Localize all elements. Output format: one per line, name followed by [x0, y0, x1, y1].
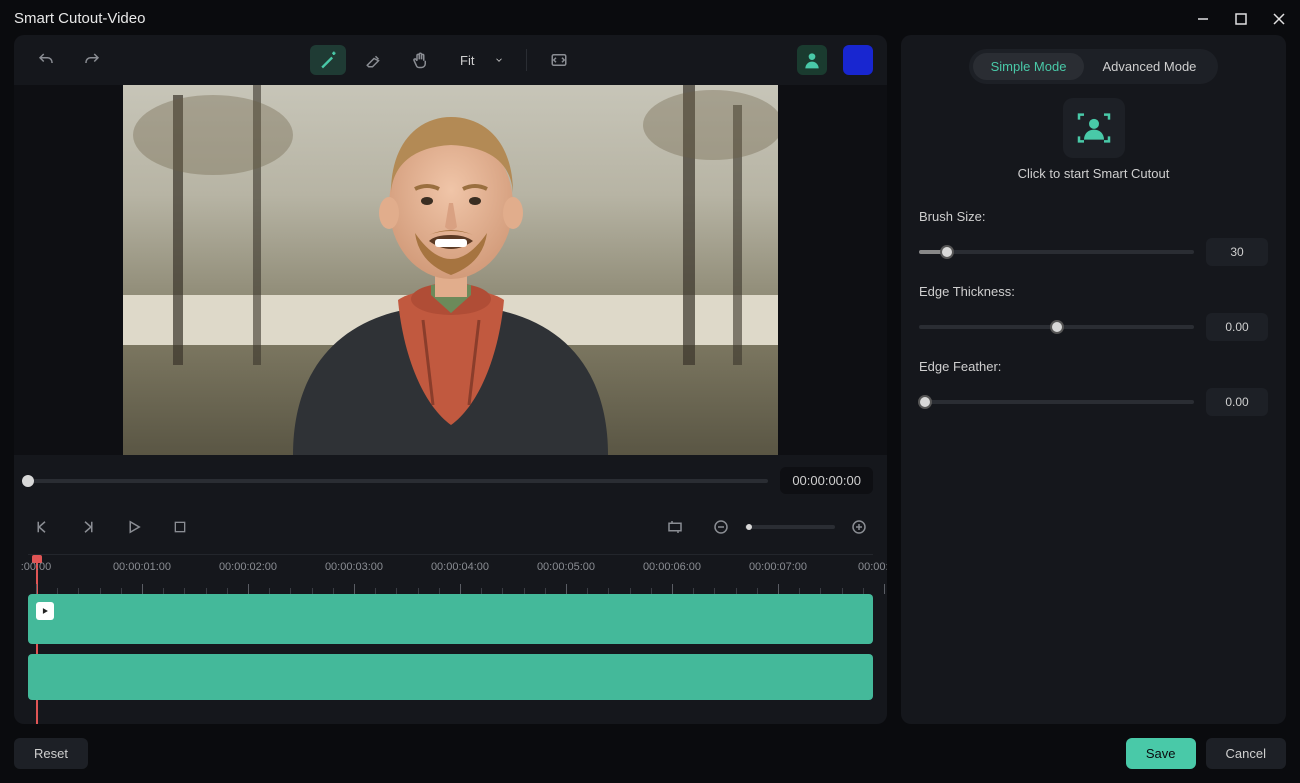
- mode-tabs: Simple Mode Advanced Mode: [969, 49, 1219, 84]
- cancel-button[interactable]: Cancel: [1206, 738, 1286, 769]
- brush-size-slider[interactable]: [919, 250, 1194, 254]
- eraser-tool[interactable]: [356, 45, 392, 75]
- ruler-label: 00:00:04:00: [431, 561, 489, 573]
- edge-thickness-value[interactable]: 0.00: [1206, 313, 1268, 341]
- next-frame-button[interactable]: [74, 514, 102, 540]
- zoom-in-button[interactable]: [845, 514, 873, 540]
- toolbar: Fit: [14, 35, 887, 85]
- ruler-label: 00:00:02:00: [219, 561, 277, 573]
- edge-feather-label: Edge Feather:: [919, 359, 1268, 374]
- footer: Reset Save Cancel: [0, 738, 1300, 783]
- stop-button[interactable]: [166, 514, 194, 540]
- pan-tool[interactable]: [402, 45, 438, 75]
- ruler-label: 00:00:05:00: [537, 561, 595, 573]
- play-icon: [36, 602, 54, 620]
- timecode: 00:00:00:00: [780, 467, 873, 494]
- chevron-down-icon: [494, 55, 504, 65]
- play-button[interactable]: [120, 514, 148, 540]
- zoom-out-button[interactable]: [707, 514, 735, 540]
- background-preview-swatch[interactable]: [843, 45, 873, 75]
- ruler-label: 00:00:01:00: [113, 561, 171, 573]
- prev-frame-button[interactable]: [28, 514, 56, 540]
- video-clip[interactable]: [28, 594, 873, 644]
- preview-canvas[interactable]: [14, 85, 887, 455]
- save-button[interactable]: Save: [1126, 738, 1196, 769]
- redo-button[interactable]: [74, 45, 110, 75]
- brush-size-value[interactable]: 30: [1206, 238, 1268, 266]
- ruler-label: 00:00:08:0: [858, 561, 887, 573]
- smart-cutout-icon: [1074, 108, 1114, 148]
- cutout-caption: Click to start Smart Cutout: [919, 166, 1268, 181]
- crop-mark-button[interactable]: [661, 514, 689, 540]
- titlebar: Smart Cutout-Video: [0, 0, 1300, 35]
- foreground-preview-swatch[interactable]: [797, 45, 827, 75]
- start-smart-cutout-button[interactable]: [1063, 98, 1125, 158]
- window-controls: [1196, 12, 1286, 26]
- video-frame: [123, 85, 778, 455]
- compare-toggle[interactable]: [541, 45, 577, 75]
- timeline-zoom-slider[interactable]: [745, 525, 835, 529]
- undo-button[interactable]: [28, 45, 64, 75]
- zoom-select[interactable]: Fit: [448, 45, 512, 75]
- ruler-label: 00:00:07:00: [749, 561, 807, 573]
- ruler-label: 00:00:03:00: [325, 561, 383, 573]
- scrub-slider[interactable]: [28, 479, 768, 483]
- edge-feather-value[interactable]: 0.00: [1206, 388, 1268, 416]
- tab-simple-mode[interactable]: Simple Mode: [973, 53, 1085, 80]
- settings-panel: Simple Mode Advanced Mode Click to start…: [901, 35, 1286, 724]
- playbar: 00:00:00:00: [14, 455, 887, 502]
- audio-clip[interactable]: [28, 654, 873, 700]
- edge-thickness-slider[interactable]: [919, 325, 1194, 329]
- tab-advanced-mode[interactable]: Advanced Mode: [1084, 53, 1214, 80]
- zoom-value: Fit: [460, 53, 474, 68]
- editor-panel: Fit: [14, 35, 887, 724]
- reset-button[interactable]: Reset: [14, 738, 88, 769]
- transport-controls: [14, 502, 887, 552]
- maximize-button[interactable]: [1234, 12, 1248, 26]
- brush-add-tool[interactable]: [310, 45, 346, 75]
- close-button[interactable]: [1272, 12, 1286, 26]
- minimize-button[interactable]: [1196, 12, 1210, 26]
- edge-thickness-label: Edge Thickness:: [919, 284, 1268, 299]
- brush-size-label: Brush Size:: [919, 209, 1268, 224]
- window-title: Smart Cutout-Video: [14, 10, 145, 27]
- person-icon: [802, 50, 822, 70]
- ruler-label: :00:00: [21, 561, 52, 573]
- edge-feather-slider[interactable]: [919, 400, 1194, 404]
- ruler-label: 00:00:06:00: [643, 561, 701, 573]
- timeline: :00:00 00:00:01:00 00:00:02:00 00:00:03:00 0…: [14, 552, 887, 724]
- timeline-ruler[interactable]: :00:0000:00:01:0000:00:02:0000:00:03:000…: [28, 554, 873, 594]
